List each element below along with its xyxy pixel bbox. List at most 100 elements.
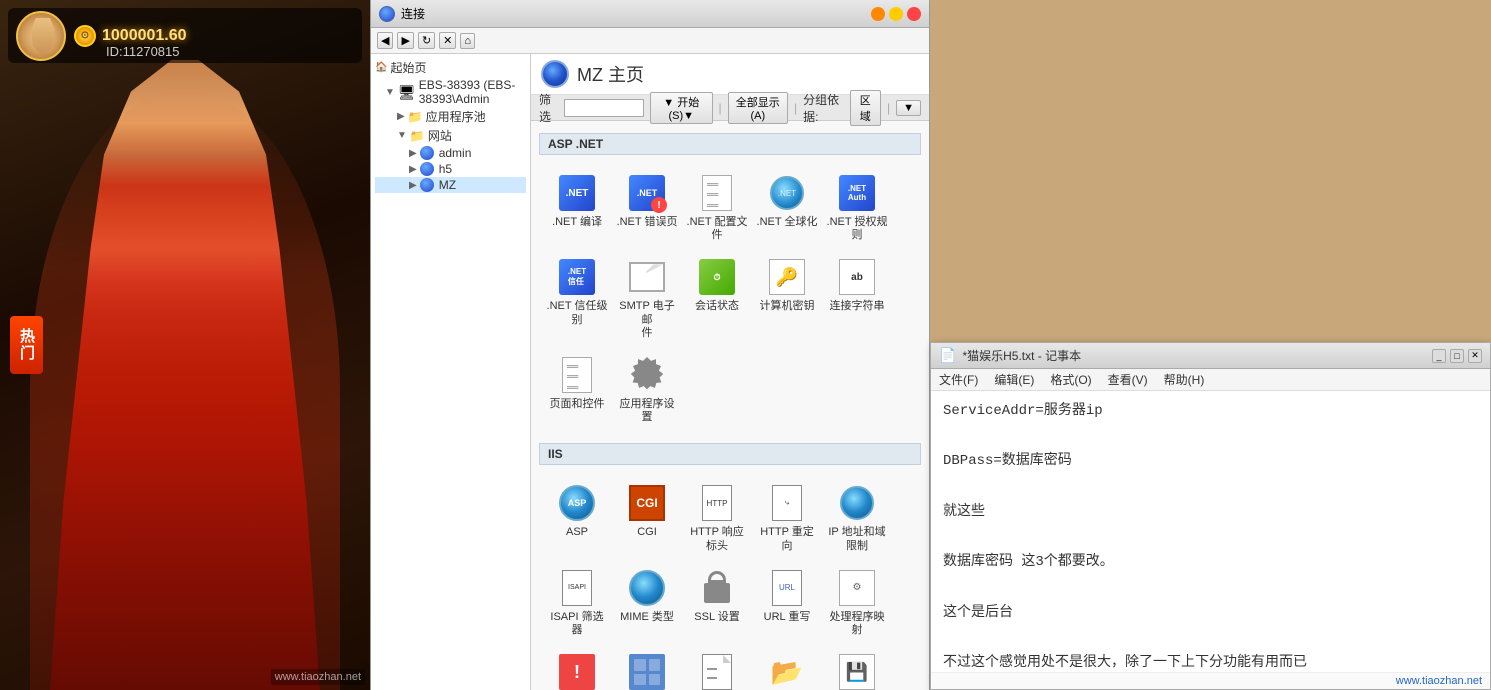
cgi-icon-item[interactable]: CGI CGI — [613, 477, 681, 559]
isapi-icon: ISAPI — [558, 569, 596, 607]
iis-window-title: 连接 — [401, 5, 425, 22]
session-icon-item[interactable]: ⏱ 会话状态 — [683, 251, 751, 347]
sites-icon: 📁 — [410, 129, 425, 143]
net-config-label: .NET 配置文件 — [687, 216, 748, 242]
notepad-close-button[interactable]: ✕ — [1468, 349, 1482, 363]
refresh-button[interactable]: ↻ — [418, 32, 435, 49]
http-redirect-icon-item[interactable]: ⤷ HTTP 重定向 — [753, 477, 821, 559]
tree-site-h5[interactable]: ▶ h5 — [375, 161, 526, 177]
avatar — [16, 11, 66, 61]
maximize-button[interactable] — [889, 7, 903, 21]
net-error-icon: .NET ! — [628, 174, 666, 212]
content-line-1: ServiceAddr=服务器ip — [943, 399, 1478, 424]
view-button[interactable]: ▼ — [896, 100, 921, 116]
net-trust-icon-item[interactable]: .NET信任 .NET 信任级别 — [543, 251, 611, 347]
tree-start[interactable]: 🏠 起始页 — [375, 58, 526, 77]
mime-icon-item[interactable]: MIME 类型 — [613, 562, 681, 644]
tree-apppool[interactable]: ▶ 📁 应用程序池 — [375, 107, 526, 126]
isapi-icon-item[interactable]: ISAPI ISAPI 筛选器 — [543, 562, 611, 644]
iis-tree: 🏠 起始页 ▼ 🖥 EBS-38393 (EBS-38393\Admin ▶ 📁… — [371, 54, 531, 690]
server-label: EBS-38393 (EBS-38393\Admin — [419, 78, 526, 106]
http-redirect-icon: ⤷ — [768, 484, 806, 522]
http-headers-icon-item[interactable]: HTTP HTTP 响应标头 — [683, 477, 751, 559]
default-doc-icon-item[interactable]: ════ 默认文档 — [683, 646, 751, 690]
menu-edit[interactable]: 编辑(E) — [994, 371, 1034, 388]
back-button[interactable]: ◀ — [377, 32, 393, 49]
home-button[interactable]: ⌂ — [460, 33, 475, 49]
menu-format[interactable]: 格式(O) — [1050, 371, 1091, 388]
notepad-window: 📄 *猫娱乐H5.txt - 记事本 _ □ ✕ 文件(F) 编辑(E) 格式(… — [930, 342, 1491, 690]
notepad-watermark: www.tiaozhan.net — [931, 672, 1490, 689]
handler-map-icon: ⚙ — [838, 569, 876, 607]
aspnet-section-header: ASP .NET — [539, 133, 921, 155]
url-rewrite-label: URL 重写 — [764, 611, 811, 624]
session-icon: ⏱ — [698, 258, 736, 296]
filter-input[interactable] — [564, 99, 644, 117]
mz-expand-icon: ▶ — [409, 180, 417, 191]
tree-site-mz[interactable]: ▶ MZ — [375, 177, 526, 193]
iis-content: 🏠 起始页 ▼ 🖥 EBS-38393 (EBS-38393\Admin ▶ 📁… — [371, 54, 929, 690]
forward-button[interactable]: ▶ — [397, 32, 413, 49]
notepad-minimize-button[interactable]: _ — [1432, 349, 1446, 363]
url-rewrite-icon: URL — [768, 569, 806, 607]
http-headers-icon: HTTP — [698, 484, 736, 522]
menu-view[interactable]: 查看(V) — [1108, 371, 1148, 388]
start-icon: 🏠 — [375, 62, 387, 73]
modules-icon-item[interactable]: 模块 — [613, 646, 681, 690]
h5-expand-icon: ▶ — [409, 164, 417, 175]
notepad-maximize-button[interactable]: □ — [1450, 349, 1464, 363]
output-cache-icon: 💾 — [838, 653, 876, 690]
ip-restrict-icon-item[interactable]: IP 地址和域限制 — [823, 477, 891, 559]
close-button[interactable] — [907, 7, 921, 21]
open-button[interactable]: ▼ 开始(S)▼ — [650, 92, 713, 124]
pages-ctrl-icon-item[interactable]: ══════ 页面和控件 — [543, 349, 611, 431]
net-compile-icon: .NET — [558, 174, 596, 212]
server-icon: 🖥 — [398, 84, 416, 101]
output-cache-icon-item[interactable]: 💾 输出缓存 — [823, 646, 891, 690]
minimize-button[interactable] — [871, 7, 885, 21]
asp-icon-item[interactable]: ASP ASP — [543, 477, 611, 559]
sites-label: 网站 — [428, 127, 452, 144]
net-compile-icon-item[interactable]: .NET .NET 编译 — [543, 167, 611, 249]
tree-server[interactable]: ▼ 🖥 EBS-38393 (EBS-38393\Admin — [375, 77, 526, 107]
error-pages-icon-item[interactable]: ! 错误页 — [543, 646, 611, 690]
admin-label: admin — [439, 146, 472, 160]
hot-label: 热门 — [10, 316, 43, 374]
apppool-label: 应用程序池 — [426, 108, 486, 125]
stop-button[interactable]: ✕ — [439, 32, 456, 49]
net-error-icon-item[interactable]: .NET ! .NET 错误页 — [613, 167, 681, 249]
tree-site-admin[interactable]: ▶ admin — [375, 145, 526, 161]
net-auth-icon-item[interactable]: .NETAuth .NET 授权规则 — [823, 167, 891, 249]
handler-map-icon-item[interactable]: ⚙ 处理程序映射 — [823, 562, 891, 644]
machine-key-label: 计算机密钥 — [760, 300, 815, 313]
admin-expand-icon: ▶ — [409, 148, 417, 159]
group-value-button[interactable]: 区域 — [850, 90, 881, 126]
net-config-icon-item[interactable]: ══════ .NET 配置文件 — [683, 167, 751, 249]
menu-file[interactable]: 文件(F) — [939, 371, 978, 388]
separator1: | — [719, 101, 722, 115]
player-id: ID:11270815 — [106, 44, 180, 59]
category-content: ASP .NET .NET .NET 编译 .NET — [531, 121, 929, 690]
machine-key-icon-item[interactable]: 🔑 计算机密钥 — [753, 251, 821, 347]
ip-restrict-label: IP 地址和域限制 — [828, 526, 885, 552]
asp-icon: ASP — [558, 484, 596, 522]
app-settings-icon-item[interactable]: 应用程序设置 — [613, 349, 681, 431]
conn-string-icon-item[interactable]: ab 连接字符串 — [823, 251, 891, 347]
cgi-label: CGI — [637, 526, 657, 539]
net-trust-label: .NET 信任级别 — [547, 300, 608, 326]
asp-label: ASP — [566, 526, 588, 539]
mime-icon — [628, 569, 666, 607]
smtp-icon-item[interactable]: SMTP 电子邮件 — [613, 251, 681, 347]
menu-help[interactable]: 帮助(H) — [1164, 371, 1205, 388]
show-all-button[interactable]: 全部显示(A) — [728, 92, 788, 124]
ssl-icon-item[interactable]: SSL 设置 — [683, 562, 751, 644]
modules-icon — [628, 653, 666, 690]
filter-label: 筛选 — [539, 91, 558, 125]
top-bar: ⊙ 1000001.60 ID:11270815 — [8, 8, 362, 63]
tree-sites[interactable]: ▼ 📁 网站 — [375, 126, 526, 145]
net-global-icon-item[interactable]: .NET .NET 全球化 — [753, 167, 821, 249]
url-rewrite-icon-item[interactable]: URL URL 重写 — [753, 562, 821, 644]
apppool-icon: 📁 — [408, 110, 423, 124]
net-global-label: .NET 全球化 — [757, 216, 818, 229]
dir-browse-icon-item[interactable]: 📂 目录浏览 — [753, 646, 821, 690]
